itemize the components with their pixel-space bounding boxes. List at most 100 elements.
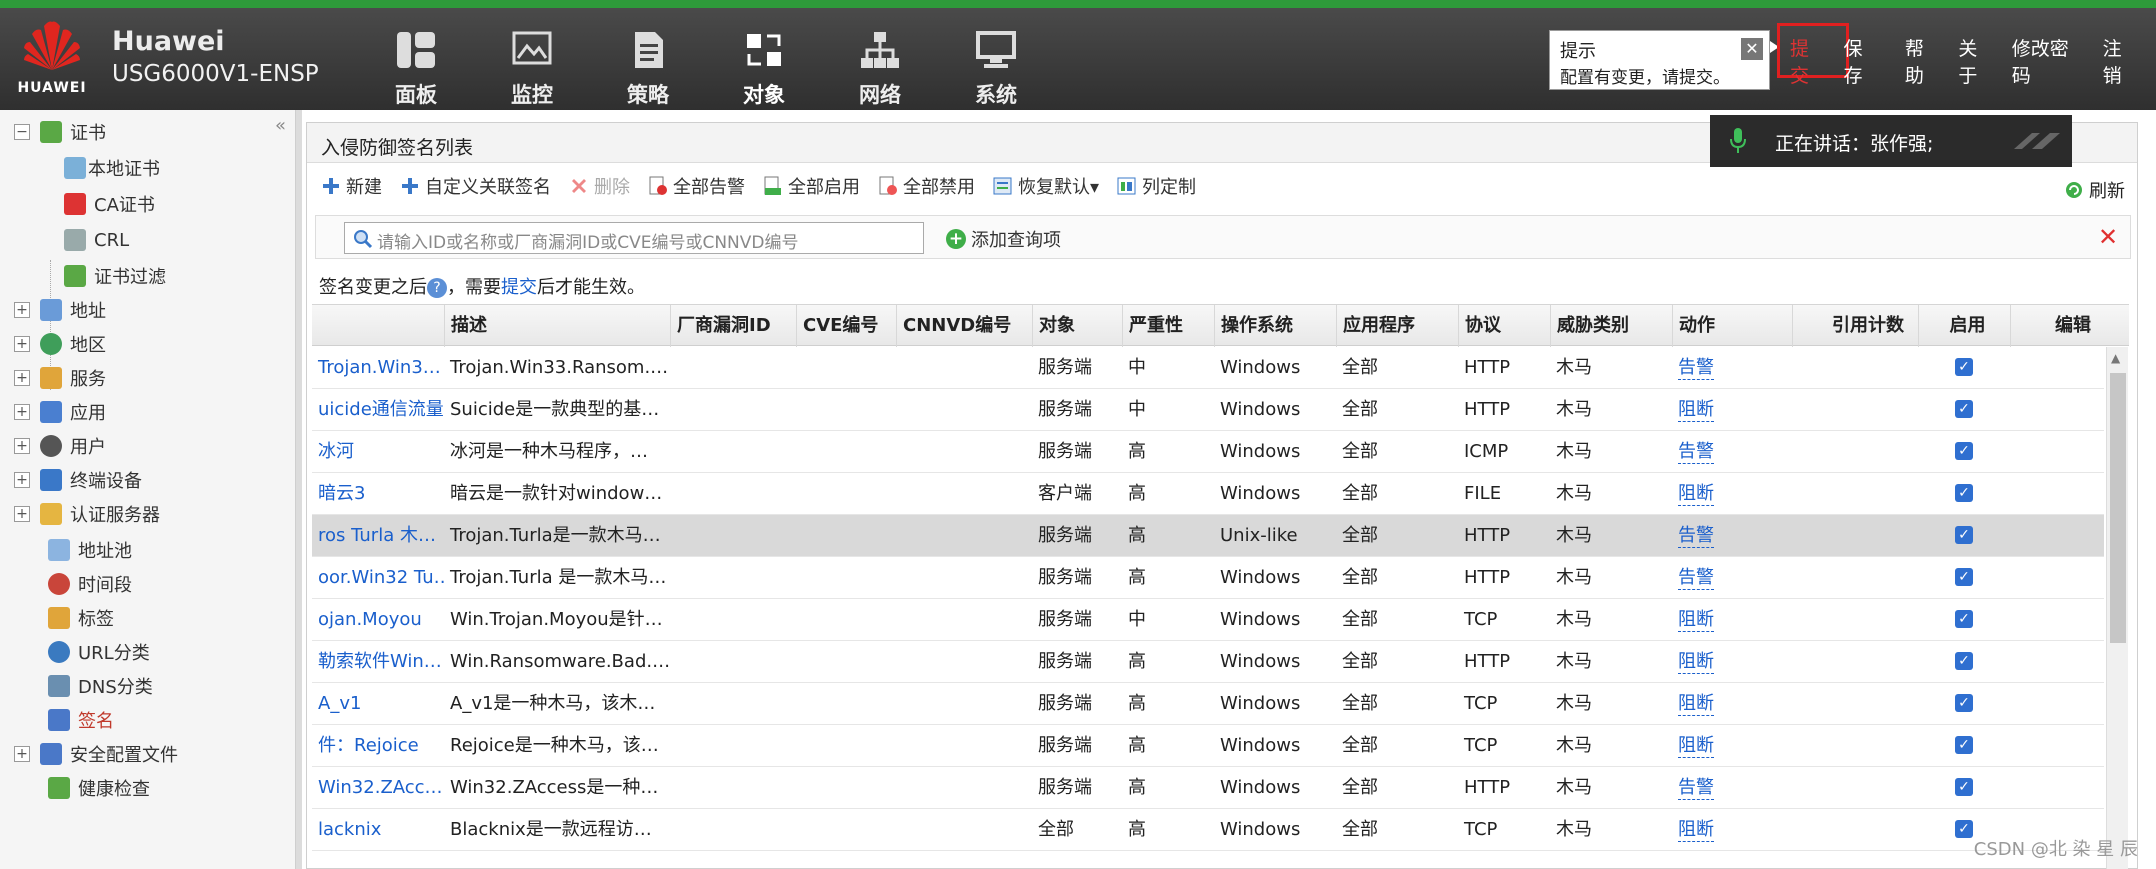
action-link[interactable]: 阻断 xyxy=(1678,735,1714,758)
sidebar-item-signature[interactable]: 签名 xyxy=(48,706,114,734)
table-row[interactable]: 暗云3 暗云是一款针对window… 客户端 高 Windows 全部 FILE 木马 阻断 ✓ xyxy=(312,473,2104,515)
column-header[interactable]: 引用计数 xyxy=(1792,305,1918,347)
cell-name[interactable]: oor.Win32 Tu… xyxy=(312,557,444,599)
expand-icon[interactable]: + xyxy=(14,438,30,454)
cell-name[interactable]: ojan.Moyou xyxy=(312,599,444,641)
cell-name[interactable]: 勒索软件Win… xyxy=(312,641,444,683)
save-link[interactable]: 保存 xyxy=(1843,34,1880,88)
column-header[interactable]: 操作系统 xyxy=(1214,305,1336,347)
sidebar-item-user[interactable]: + 用户 xyxy=(14,432,106,460)
nav-network[interactable]: 网络 xyxy=(822,30,938,110)
enable-checkbox[interactable]: ✓ xyxy=(1955,484,1973,502)
expand-icon[interactable]: + xyxy=(14,370,30,386)
column-header[interactable]: 协议 xyxy=(1458,305,1550,347)
enable-checkbox[interactable]: ✓ xyxy=(1955,400,1973,418)
sidebar-item-ca-certificate[interactable]: CA证书 xyxy=(64,190,155,218)
table-scrollbar[interactable]: ▲ xyxy=(2106,347,2128,869)
enable-checkbox[interactable]: ✓ xyxy=(1955,694,1973,712)
column-header-name[interactable] xyxy=(312,305,444,347)
table-row[interactable]: ros Turla 木… Trojan.Turla是一款木马… 服务端 高 Unix-l… xyxy=(312,515,2104,557)
help-icon[interactable]: ? xyxy=(427,278,447,298)
cell-name[interactable]: 暗云3 xyxy=(312,473,444,515)
cell-name[interactable]: 件：Rejoice xyxy=(312,725,444,767)
collapse-sidebar-icon[interactable]: « xyxy=(275,115,286,136)
close-icon[interactable]: ✕ xyxy=(1741,38,1763,60)
nav-monitor[interactable]: 监控 xyxy=(474,30,590,110)
nav-system[interactable]: 系统 xyxy=(938,30,1054,110)
sidebar-item-terminal-device[interactable]: + 终端设备 xyxy=(14,466,142,494)
table-row[interactable]: 件：Rejoice Rejoice是一种木马，该… 服务端 高 Windows 全部 TCP… xyxy=(312,725,2104,767)
logout-link[interactable]: 注销 xyxy=(2103,34,2140,88)
sidebar-item-certificate[interactable]: − 证书 xyxy=(14,118,106,146)
sidebar-item-address-pool[interactable]: 地址池 xyxy=(48,536,132,564)
enable-checkbox[interactable]: ✓ xyxy=(1955,736,1973,754)
scroll-up-icon[interactable]: ▲ xyxy=(2111,351,2120,365)
submit-link[interactable]: 提交 xyxy=(1790,34,1827,88)
change-password-link[interactable]: 修改密码 xyxy=(2012,34,2087,88)
action-link[interactable]: 告警 xyxy=(1678,441,1714,464)
nav-object[interactable]: 对象 xyxy=(706,30,822,110)
refresh-button[interactable]: 刷新 xyxy=(2064,177,2125,203)
sidebar-item-security-profile[interactable]: + 安全配置文件 xyxy=(14,740,178,768)
sidebar-item-time-range[interactable]: 时间段 xyxy=(48,570,132,598)
column-header[interactable]: 启用 xyxy=(1918,305,2010,347)
sidebar-item-auth-server[interactable]: + 认证服务器 xyxy=(14,500,160,528)
table-row[interactable]: Trojan.Win3… Trojan.Win33.Ransom.… 服务端 中 Win… xyxy=(312,347,2104,389)
custom-associated-signature-button[interactable]: 自定义关联签名 xyxy=(400,173,551,199)
disable-all-button[interactable]: 全部禁用 xyxy=(878,173,975,199)
column-header[interactable]: CVE编号 xyxy=(796,305,896,347)
table-row[interactable]: oor.Win32 Tu… Trojan.Turla 是一款木马… 服务端 高 Wind… xyxy=(312,557,2104,599)
cell-name[interactable]: lacknix xyxy=(312,809,444,851)
action-link[interactable]: 阻断 xyxy=(1678,609,1714,632)
enable-checkbox[interactable]: ✓ xyxy=(1955,568,1973,586)
cell-name[interactable]: Trojan.Win3… xyxy=(312,347,444,389)
cell-action[interactable]: 阻断 xyxy=(1672,599,1792,641)
sidebar-item-crl[interactable]: CRL xyxy=(64,226,129,254)
table-row[interactable]: 冰河 冰河是一种木马程序，… 服务端 高 Windows 全部 ICMP 木马 告警 ✓ xyxy=(312,431,2104,473)
cell-action[interactable]: 阻断 xyxy=(1672,809,1792,851)
table-row[interactable]: ojan.Moyou Win.Trojan.Moyou是针… 服务端 中 Windows… xyxy=(312,599,2104,641)
cell-action[interactable]: 告警 xyxy=(1672,767,1792,809)
cell-name[interactable]: 冰河 xyxy=(312,431,444,473)
cell-action[interactable]: 阻断 xyxy=(1672,683,1792,725)
action-link[interactable]: 阻断 xyxy=(1678,483,1714,506)
add-query-item-button[interactable]: + 添加查询项 xyxy=(946,226,1061,252)
sidebar-item-application[interactable]: + 应用 xyxy=(14,398,106,426)
enable-checkbox[interactable]: ✓ xyxy=(1955,820,1973,838)
enable-checkbox[interactable]: ✓ xyxy=(1955,358,1973,376)
cell-name[interactable]: ros Turla 木… xyxy=(312,515,444,557)
enable-checkbox[interactable]: ✓ xyxy=(1955,442,1973,460)
cell-action[interactable]: 告警 xyxy=(1672,557,1792,599)
enable-all-button[interactable]: 全部启用 xyxy=(763,173,860,199)
new-button[interactable]: 新建 xyxy=(321,173,382,199)
action-link[interactable]: 阻断 xyxy=(1678,693,1714,716)
restore-default-button[interactable]: 恢复默认▾ xyxy=(993,173,1099,199)
column-header[interactable]: 对象 xyxy=(1032,305,1122,347)
action-link[interactable]: 告警 xyxy=(1678,777,1714,800)
expand-icon[interactable]: + xyxy=(14,302,30,318)
table-row[interactable]: 勒索软件Win… Win.Ransomware.Bad.… 服务端 高 Windows 全… xyxy=(312,641,2104,683)
cell-action[interactable]: 阻断 xyxy=(1672,389,1792,431)
action-link[interactable]: 阻断 xyxy=(1678,399,1714,422)
cell-name[interactable]: A_v1 xyxy=(312,683,444,725)
enable-checkbox[interactable]: ✓ xyxy=(1955,526,1973,544)
expand-icon[interactable]: + xyxy=(14,472,30,488)
expand-icon[interactable]: + xyxy=(14,746,30,762)
about-link[interactable]: 关于 xyxy=(1958,34,1995,88)
cell-action[interactable]: 告警 xyxy=(1672,347,1792,389)
column-header[interactable]: 严重性 xyxy=(1122,305,1214,347)
expand-icon[interactable]: + xyxy=(14,336,30,352)
nav-policy[interactable]: 策略 xyxy=(590,30,706,110)
enable-checkbox[interactable]: ✓ xyxy=(1955,610,1973,628)
cell-name[interactable]: uicide通信流量 xyxy=(312,389,444,431)
action-link[interactable]: 阻断 xyxy=(1678,819,1714,842)
cell-action[interactable]: 阻断 xyxy=(1672,725,1792,767)
table-row[interactable]: uicide通信流量 Suicide是一款典型的基… 服务端 中 Windows 全部 HT… xyxy=(312,389,2104,431)
table-row[interactable]: A_v1 A_v1是一种木马，该木… 服务端 高 Windows 全部 TCP 木马 阻断 ✓ xyxy=(312,683,2104,725)
column-customize-button[interactable]: 列定制 xyxy=(1117,173,1196,199)
action-link[interactable]: 阻断 xyxy=(1678,651,1714,674)
column-header[interactable]: 应用程序 xyxy=(1336,305,1458,347)
column-header[interactable]: 厂商漏洞ID xyxy=(670,305,796,347)
column-header[interactable]: 描述 xyxy=(444,305,670,347)
column-header[interactable]: 编辑 xyxy=(2010,305,2129,347)
